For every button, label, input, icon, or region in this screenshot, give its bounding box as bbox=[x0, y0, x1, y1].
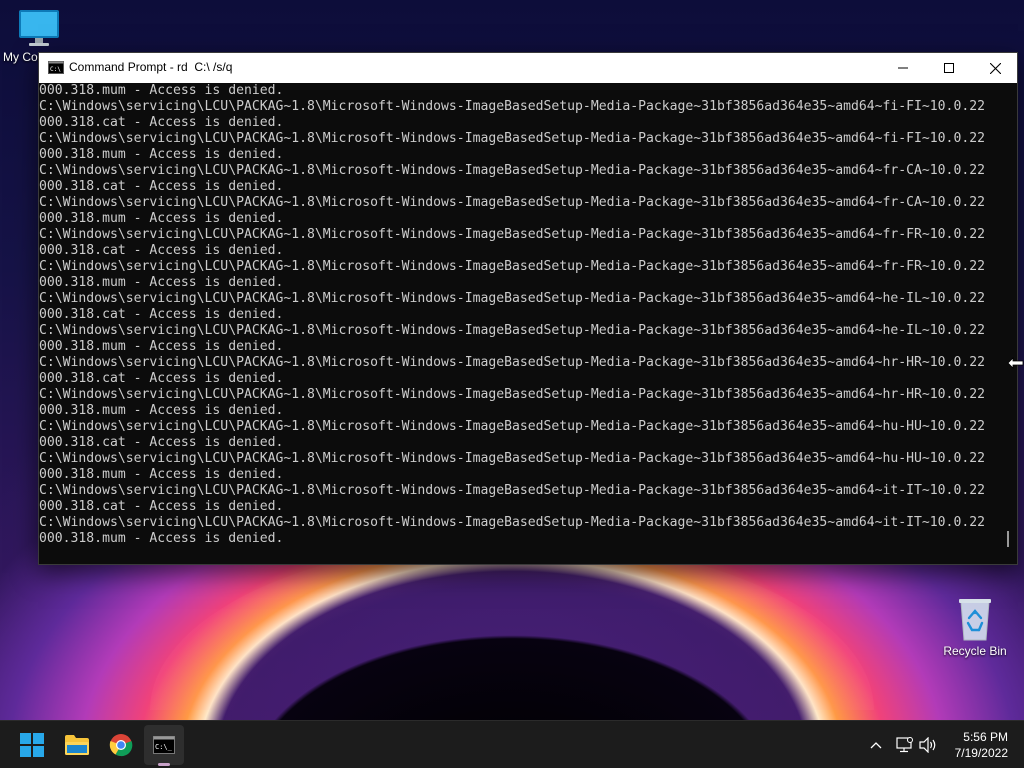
tray-volume-button[interactable] bbox=[918, 735, 938, 755]
monitor-icon bbox=[19, 10, 59, 46]
network-icon bbox=[896, 737, 913, 753]
desktop-icon-label: Recycle Bin bbox=[943, 644, 1007, 658]
taskbar-chrome[interactable] bbox=[101, 725, 141, 765]
console-line: 000.318.cat - Access is denied. bbox=[39, 499, 284, 514]
console-line: 000.318.cat - Access is denied. bbox=[39, 371, 284, 386]
console-output[interactable]: 000.318.mum - Access is denied. C:\Window… bbox=[39, 83, 1001, 564]
console-line: 000.318.mum - Access is denied. bbox=[39, 467, 284, 482]
resize-cursor-icon bbox=[1007, 357, 1024, 369]
console-line: C:\Windows\servicing\LCU\PACKAG~1.8\Micr… bbox=[39, 451, 985, 466]
console-line: 000.318.mum - Access is denied. bbox=[39, 211, 284, 226]
window-titlebar[interactable]: C:\ Command Prompt - rd C:\ /s/q bbox=[39, 53, 1017, 83]
console-line: 000.318.cat - Access is denied. bbox=[39, 115, 284, 130]
console-line: C:\Windows\servicing\LCU\PACKAG~1.8\Micr… bbox=[39, 99, 985, 114]
taskbar-command-prompt[interactable]: C:\_ bbox=[144, 725, 184, 765]
console-line: C:\Windows\servicing\LCU\PACKAG~1.8\Micr… bbox=[39, 227, 985, 242]
scrollbar-thumb[interactable] bbox=[1007, 531, 1009, 547]
console-line: C:\Windows\servicing\LCU\PACKAG~1.8\Micr… bbox=[39, 419, 985, 434]
console-line: 000.318.mum - Access is denied. bbox=[39, 147, 284, 162]
console-line: C:\Windows\servicing\LCU\PACKAG~1.8\Micr… bbox=[39, 515, 985, 530]
tray-overflow-button[interactable] bbox=[866, 735, 886, 755]
console-line: C:\Windows\servicing\LCU\PACKAG~1.8\Micr… bbox=[39, 259, 985, 274]
volume-icon bbox=[919, 737, 936, 753]
system-clock[interactable]: 5:56 PM 7/19/2022 bbox=[944, 729, 1008, 761]
chevron-up-icon bbox=[870, 742, 882, 749]
cmd-icon: C:\ bbox=[48, 61, 64, 74]
console-line: C:\Windows\servicing\LCU\PACKAG~1.8\Micr… bbox=[39, 131, 985, 146]
console-line: C:\Windows\servicing\LCU\PACKAG~1.8\Micr… bbox=[39, 163, 985, 178]
clock-date: 7/19/2022 bbox=[954, 746, 1008, 760]
console-line: 000.318.mum - Access is denied. bbox=[39, 403, 284, 418]
windows-start-icon bbox=[20, 733, 44, 757]
console-line: 000.318.cat - Access is denied. bbox=[39, 179, 284, 194]
console-line: 000.318.mum - Access is denied. bbox=[39, 339, 284, 354]
tray-network-button[interactable] bbox=[894, 735, 914, 755]
console-line: 000.318.cat - Access is denied. bbox=[39, 435, 284, 450]
console-line: C:\Windows\servicing\LCU\PACKAG~1.8\Micr… bbox=[39, 387, 985, 402]
close-button[interactable] bbox=[972, 53, 1018, 83]
maximize-icon bbox=[944, 63, 954, 73]
start-button[interactable] bbox=[12, 725, 52, 765]
taskbar-file-explorer[interactable] bbox=[57, 725, 97, 765]
minimize-button[interactable] bbox=[880, 53, 926, 83]
clock-time: 5:56 PM bbox=[963, 730, 1008, 744]
maximize-button[interactable] bbox=[926, 53, 972, 83]
console-scrollbar[interactable] bbox=[1001, 83, 1016, 564]
console-line: C:\Windows\servicing\LCU\PACKAG~1.8\Micr… bbox=[39, 323, 985, 338]
recycle-bin-icon bbox=[959, 599, 991, 641]
console-line: 000.318.mum - Access is denied. bbox=[39, 275, 284, 290]
desktop-icon-recycle-bin[interactable]: Recycle Bin bbox=[935, 596, 1015, 658]
console-line: C:\Windows\servicing\LCU\PACKAG~1.8\Micr… bbox=[39, 195, 985, 210]
close-icon bbox=[989, 62, 1001, 74]
console-line: 000.318.cat - Access is denied. bbox=[39, 307, 284, 322]
console-line: C:\Windows\servicing\LCU\PACKAG~1.8\Micr… bbox=[39, 355, 985, 370]
window-title: Command Prompt - rd C:\ /s/q bbox=[69, 60, 233, 74]
console-line: 000.318.mum - Access is denied. bbox=[39, 83, 284, 98]
console-line: C:\Windows\servicing\LCU\PACKAG~1.8\Micr… bbox=[39, 483, 985, 498]
svg-text:C:\: C:\ bbox=[50, 66, 61, 73]
taskbar: C:\_ 5:56 PM 7/19/2022 bbox=[0, 720, 1024, 768]
minimize-icon bbox=[898, 67, 908, 69]
command-prompt-window[interactable]: C:\ Command Prompt - rd C:\ /s/q 000.318… bbox=[38, 52, 1018, 565]
active-app-indicator bbox=[158, 763, 170, 766]
svg-text:C:\_: C:\_ bbox=[155, 743, 173, 751]
wallpaper-bloom bbox=[150, 540, 874, 710]
console-line: 000.318.cat - Access is denied. bbox=[39, 243, 284, 258]
console-line: C:\Windows\servicing\LCU\PACKAG~1.8\Micr… bbox=[39, 291, 985, 306]
cmd-icon: C:\_ bbox=[153, 736, 175, 754]
console-line: 000.318.mum - Access is denied. bbox=[39, 531, 284, 546]
chrome-icon bbox=[109, 734, 133, 757]
folder-icon bbox=[65, 735, 89, 755]
